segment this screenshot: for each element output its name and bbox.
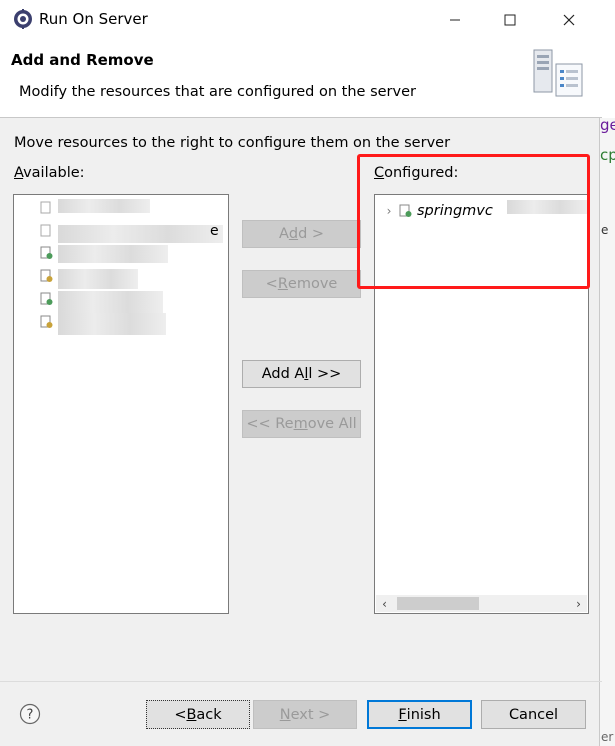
scrollbar-thumb[interactable] bbox=[397, 597, 479, 610]
help-question-icon[interactable]: ? bbox=[19, 703, 41, 725]
web-project-icon bbox=[40, 201, 51, 214]
scroll-right-icon[interactable]: › bbox=[570, 595, 587, 612]
remove-all-button[interactable]: << Re m ove All bbox=[242, 410, 361, 438]
background-text-fragment: er bbox=[601, 730, 614, 744]
finish-button[interactable]: Finish bbox=[367, 700, 472, 729]
close-icon bbox=[563, 14, 575, 26]
header-divider bbox=[0, 117, 602, 118]
remove-button[interactable]: < Remove bbox=[242, 270, 361, 298]
window-title: Run On Server bbox=[39, 10, 148, 28]
horizontal-scrollbar[interactable]: ‹ › bbox=[376, 595, 587, 612]
background-window-edge: ge cp m e er bbox=[599, 40, 615, 746]
blurred-item bbox=[58, 269, 138, 289]
add-all-button[interactable]: Add All >> bbox=[242, 360, 361, 388]
footer-divider bbox=[0, 681, 602, 682]
blurred-item bbox=[58, 313, 166, 335]
server-document-icon bbox=[533, 49, 583, 97]
blurred-item bbox=[58, 245, 168, 263]
web-project-icon bbox=[40, 315, 53, 328]
available-label: Available: bbox=[14, 165, 85, 181]
background-text-fragment: cp bbox=[600, 146, 615, 164]
partial-item-text: e bbox=[210, 223, 219, 239]
blurred-item bbox=[58, 291, 163, 313]
blurred-item bbox=[58, 199, 150, 213]
background-text-fragment: e bbox=[601, 223, 609, 237]
instruction-text: Move resources to the right to configure… bbox=[14, 135, 451, 151]
next-button[interactable]: Next > bbox=[253, 700, 357, 729]
eclipse-gear-icon bbox=[14, 9, 32, 29]
scroll-left-icon[interactable]: ‹ bbox=[376, 595, 393, 612]
available-list[interactable]: e bbox=[13, 194, 229, 614]
page-description: Modify the resources that are configured… bbox=[19, 84, 416, 100]
web-project-icon bbox=[40, 246, 53, 259]
page-title: Add and Remove bbox=[11, 51, 154, 69]
close-button[interactable] bbox=[546, 0, 592, 40]
maximize-icon bbox=[504, 14, 516, 26]
cancel-button[interactable]: Cancel bbox=[481, 700, 586, 729]
highlight-annotation bbox=[357, 154, 590, 289]
web-project-icon bbox=[40, 269, 53, 282]
add-button[interactable]: Add > bbox=[242, 220, 361, 248]
maximize-button[interactable] bbox=[487, 0, 533, 40]
web-project-icon bbox=[40, 292, 53, 305]
minimize-button[interactable] bbox=[432, 0, 478, 40]
blurred-item bbox=[58, 225, 223, 243]
web-project-icon bbox=[40, 224, 51, 237]
background-text-fragment: ge bbox=[600, 116, 615, 134]
svg-text:?: ? bbox=[27, 708, 34, 723]
minimize-icon bbox=[450, 19, 460, 21]
back-button[interactable]: < Back bbox=[146, 700, 250, 729]
